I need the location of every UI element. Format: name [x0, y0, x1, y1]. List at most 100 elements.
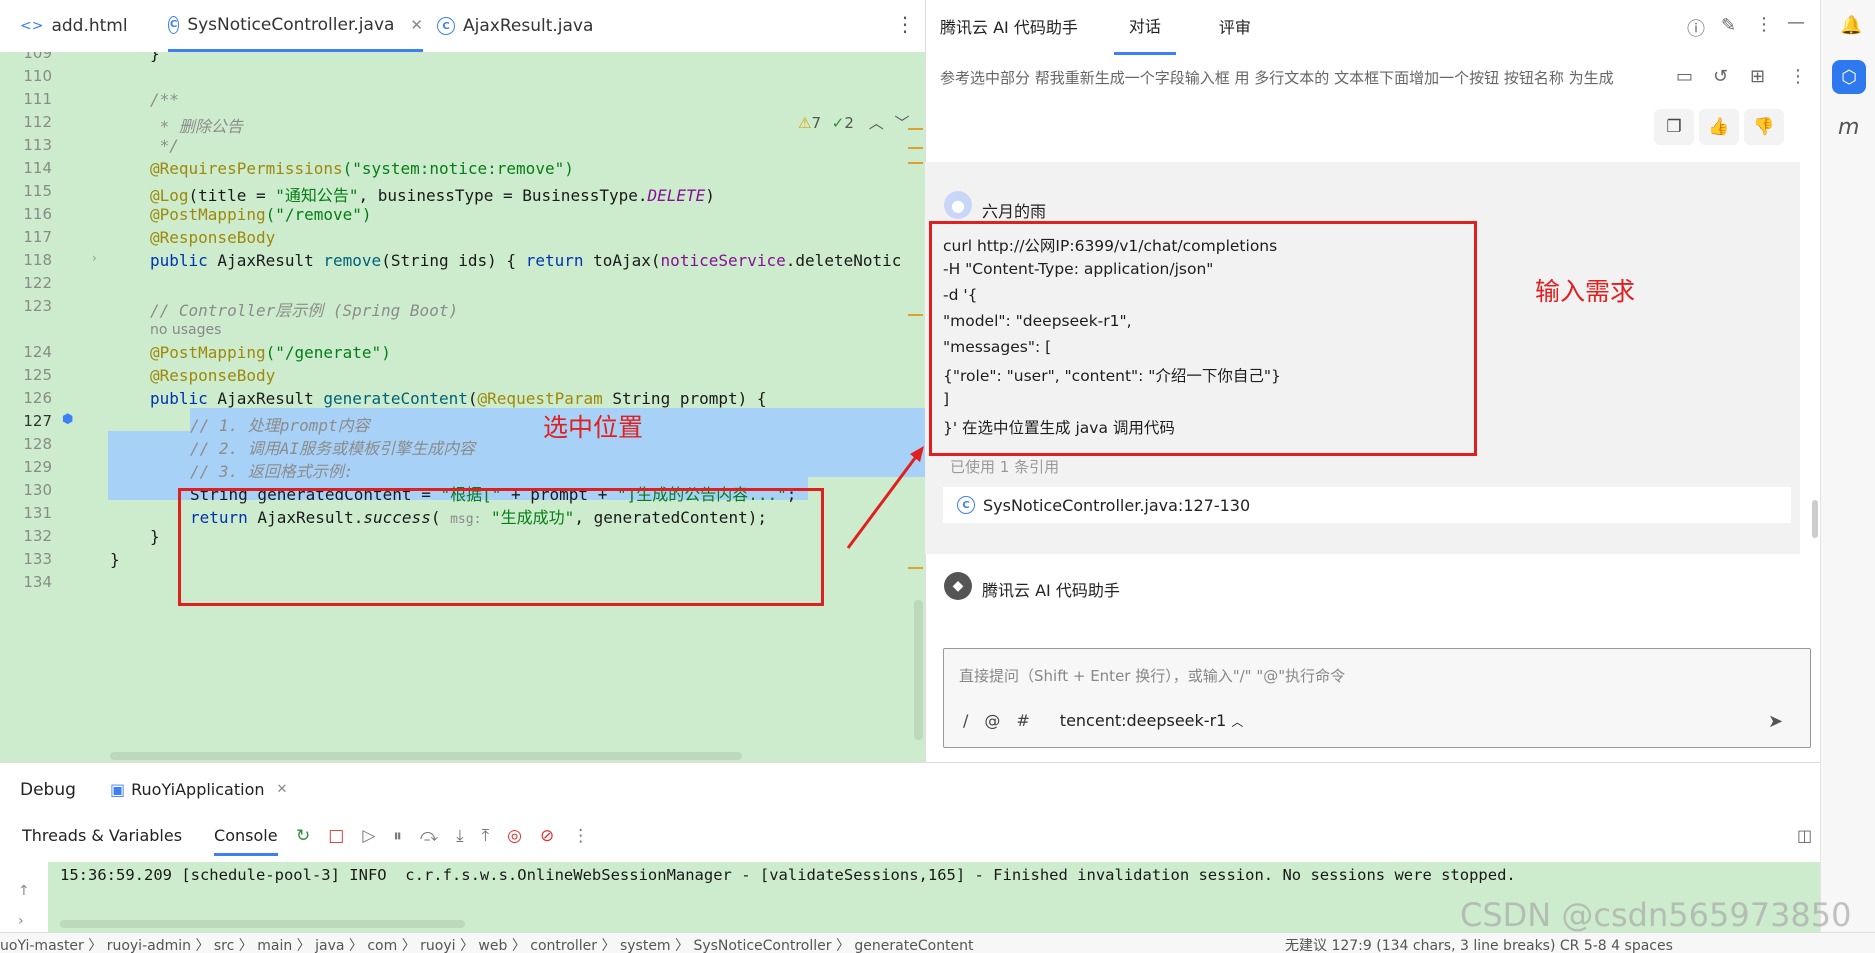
tab-ajax-result[interactable]: C AjaxResult.java	[437, 0, 593, 52]
request-line: ]	[943, 390, 950, 408]
reference-count[interactable]: 已使用 1 条引用	[950, 456, 1059, 477]
plugin-icon[interactable]: ⊞	[1750, 66, 1765, 87]
line-number: 110	[23, 67, 52, 85]
tab-label: add.html	[51, 16, 128, 36]
minimize-icon[interactable]: —	[1787, 12, 1805, 33]
fold-arrow-icon[interactable]: ›	[92, 251, 97, 265]
line-number: 113	[23, 136, 52, 154]
copy-icon[interactable]: ❐	[1654, 109, 1694, 145]
more-icon[interactable]: ⋮	[572, 826, 589, 846]
request-line: -d '{	[943, 286, 978, 304]
ai-panel-title: 腾讯云 AI 代码助手	[940, 18, 1078, 37]
tab-review[interactable]: 评审	[1204, 0, 1266, 53]
more-icon[interactable]: ⋮	[1789, 66, 1807, 87]
help-icon[interactable]: ⓘ	[1687, 15, 1705, 41]
line-number: 133	[23, 550, 52, 568]
chevron-up-icon[interactable]: ︿	[869, 114, 884, 132]
resume-icon[interactable]: ▷	[362, 826, 375, 846]
usages-hint[interactable]: no usages	[150, 322, 221, 338]
step-over-icon[interactable]: ⤼	[420, 826, 438, 846]
request-line: }' 在选中位置生成 java 调用代码	[943, 419, 1175, 437]
scroll-marker	[908, 162, 923, 164]
code-line: public AjaxResult generateContent(@Reque…	[150, 389, 767, 408]
user-avatar: ●	[944, 191, 972, 219]
step-into-icon[interactable]: ⤓	[456, 826, 464, 846]
edit-icon[interactable]: ✎	[1721, 15, 1736, 36]
breadcrumb[interactable]: uoYi-master 〉 ruoyi-admin 〉 src 〉 main 〉…	[0, 935, 974, 953]
thumbs-up-icon[interactable]: 👍	[1699, 109, 1739, 145]
app-icon: ▣	[110, 780, 126, 799]
ai-assistant-icon[interactable]: ⬡	[1832, 60, 1866, 94]
rerun-icon[interactable]: ↻	[296, 826, 310, 846]
code-line: public AjaxResult remove(String ids) { r…	[150, 251, 902, 270]
stop-icon[interactable]: □	[328, 826, 344, 846]
hashtag-button[interactable]: #	[1016, 711, 1029, 730]
reference-file-chip[interactable]: C SysNoticeController.java:127-130	[943, 487, 1791, 523]
line-number: 112	[23, 113, 52, 131]
step-out-icon[interactable]: ⤒	[482, 826, 490, 846]
notification-icon[interactable]: 🔔	[1840, 15, 1862, 36]
line-number: 131	[23, 504, 52, 522]
tab-threads-variables[interactable]: Threads & Variables	[22, 826, 182, 856]
editor-tab-bar: <> add.html C SysNoticeController.java ✕…	[0, 0, 925, 53]
more-icon[interactable]: ⋮	[1755, 14, 1773, 35]
code-editor[interactable]: 109 110 111 112 113 114 115 116 117 118 …	[0, 52, 925, 762]
request-line: curl http://公网IP:6399/v1/chat/completion…	[943, 237, 1278, 255]
chat-scrollbar[interactable]	[1812, 500, 1818, 538]
run-config-tab[interactable]: ▣ RuoYiApplication ✕	[110, 780, 287, 799]
debug-title: Debug	[20, 780, 76, 800]
code-line: * 删除公告	[150, 117, 243, 136]
model-select[interactable]: tencent:deepseek-r1 ︿	[1060, 711, 1244, 730]
line-number: 123	[23, 297, 52, 315]
mute-breakpoints-icon[interactable]: ⊘	[540, 826, 554, 846]
code-line: // 2. 调用AI服务或模板引擎生成内容	[190, 439, 476, 458]
close-tab-icon[interactable]: ✕	[410, 16, 423, 34]
chat-input[interactable]	[943, 648, 1811, 748]
status-info[interactable]: 无建议 127:9 (134 chars, 3 line breaks) CR …	[1285, 935, 1673, 953]
scroll-up-icon[interactable]: ↑	[18, 876, 30, 906]
debug-tabs: Threads & Variables Console	[22, 826, 278, 856]
line-number: 111	[23, 90, 52, 108]
tab-add-html[interactable]: <> add.html	[20, 0, 128, 52]
tab-chat[interactable]: 对话	[1113, 0, 1176, 55]
code-line: // 1. 处理prompt内容	[190, 416, 370, 435]
line-number: 124	[23, 343, 52, 361]
console-side-controls: ↑ ›	[18, 876, 30, 936]
code-line: @ResponseBody	[150, 366, 276, 385]
slash-command-button[interactable]: /	[963, 711, 968, 730]
horizontal-scrollbar[interactable]	[110, 752, 742, 760]
scroll-marker	[908, 147, 923, 149]
new-chat-icon[interactable]: ▭	[1676, 66, 1693, 87]
inspection-widget[interactable]: ⚠7 ✓2 ︿ ﹀	[798, 112, 910, 133]
request-line: {"role": "user", "content": "介绍一下你自己"}	[943, 367, 1281, 385]
more-tabs-icon[interactable]: ⋮	[895, 12, 915, 36]
breakpoints-icon[interactable]: ◎	[507, 826, 522, 846]
vertical-scrollbar[interactable]	[914, 600, 923, 740]
console-line: 15:36:59.209 [schedule-pool-3] INFO c.r.…	[60, 866, 1516, 884]
line-number: 109	[23, 52, 52, 62]
mention-button[interactable]: @	[984, 711, 1000, 730]
line-number: 130	[23, 481, 52, 499]
close-tab-icon[interactable]: ✕	[277, 782, 288, 797]
console-scrollbar[interactable]	[60, 920, 465, 928]
layout-icon[interactable]: ◫	[1797, 826, 1812, 845]
ai-gutter-icon[interactable]: ⬢	[62, 412, 73, 427]
tab-sys-notice-controller[interactable]: C SysNoticeController.java ✕	[168, 0, 423, 52]
code-line: @PostMapping("/generate")	[150, 343, 391, 362]
code-line: }	[150, 52, 160, 63]
maven-icon[interactable]: m	[1838, 115, 1859, 140]
line-number: 122	[23, 274, 52, 292]
tab-console[interactable]: Console	[214, 826, 278, 856]
tab-label: SysNoticeController.java	[187, 14, 395, 35]
pause-icon[interactable]: ⏸	[393, 826, 402, 846]
chat-input-toolbar: / @ # tencent:deepseek-r1 ︿	[963, 711, 1243, 730]
thumbs-down-icon[interactable]: 👎	[1744, 109, 1784, 145]
check-icon: ✓	[831, 114, 845, 132]
code-line: @Log(title = "通知公告", businessType = Busi…	[150, 186, 715, 205]
send-icon[interactable]: ➤	[1768, 711, 1783, 732]
assistant-name: 腾讯云 AI 代码助手	[982, 581, 1120, 600]
code-line: }	[150, 527, 160, 546]
line-number: 116	[23, 205, 52, 223]
history-icon[interactable]: ↺	[1713, 66, 1728, 87]
line-number: 134	[23, 573, 52, 591]
